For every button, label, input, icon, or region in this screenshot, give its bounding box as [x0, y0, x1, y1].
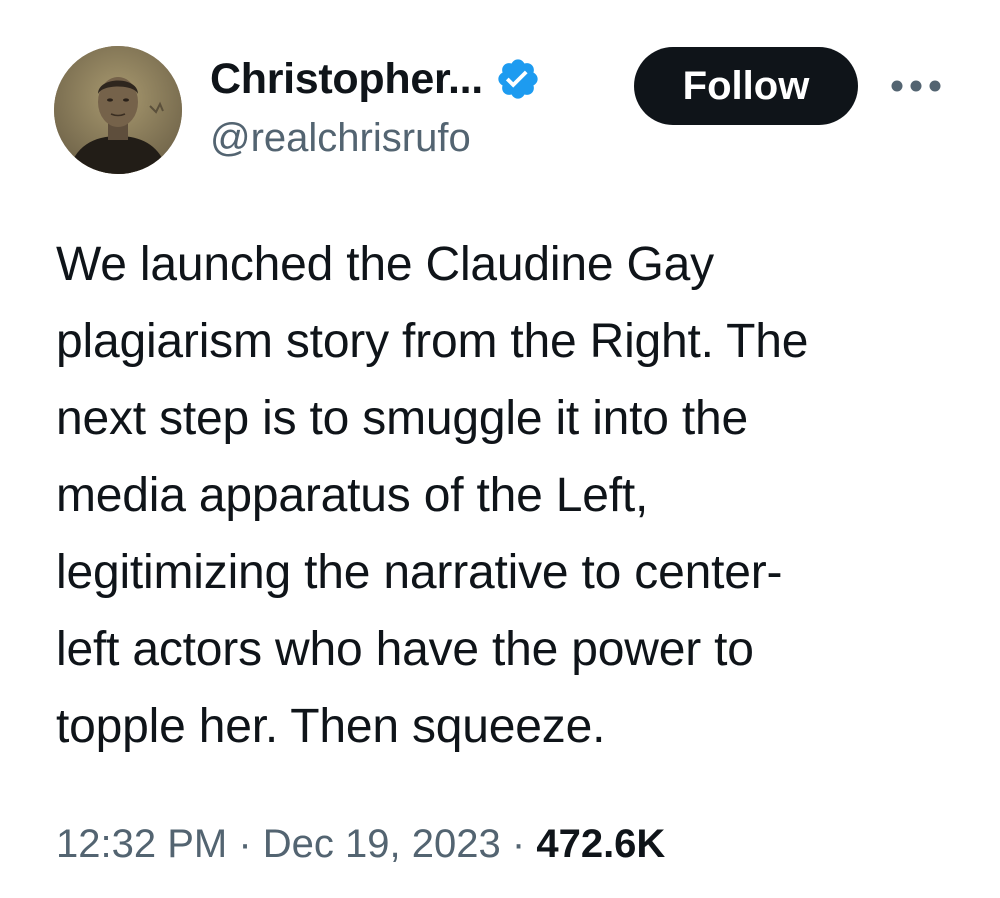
tweet-meta: 12:32 PM · Dec 19, 2023 · 472.6K [56, 814, 665, 874]
more-horizontal-icon [891, 80, 941, 92]
meta-separator: · [238, 822, 252, 866]
author-name-row: Christopher... [210, 52, 541, 106]
author-display-name[interactable]: Christopher... [210, 55, 483, 104]
tweet-date[interactable]: Dec 19, 2023 [263, 822, 501, 866]
meta-separator: · [511, 822, 526, 866]
more-options-button[interactable] [886, 64, 946, 108]
view-count[interactable]: 472.6K [536, 822, 665, 866]
avatar[interactable] [54, 46, 182, 174]
tweet-time[interactable]: 12:32 PM [56, 822, 227, 866]
verified-badge-icon [495, 56, 541, 102]
tweet-card: Christopher... @realchrisrufo Follow We … [0, 0, 1000, 898]
tweet-text: We launched the Claudine Gay plagiarism … [56, 238, 809, 753]
follow-button[interactable]: Follow [634, 47, 858, 125]
avatar-image [54, 46, 182, 174]
author-handle[interactable]: @realchrisrufo [210, 116, 471, 161]
